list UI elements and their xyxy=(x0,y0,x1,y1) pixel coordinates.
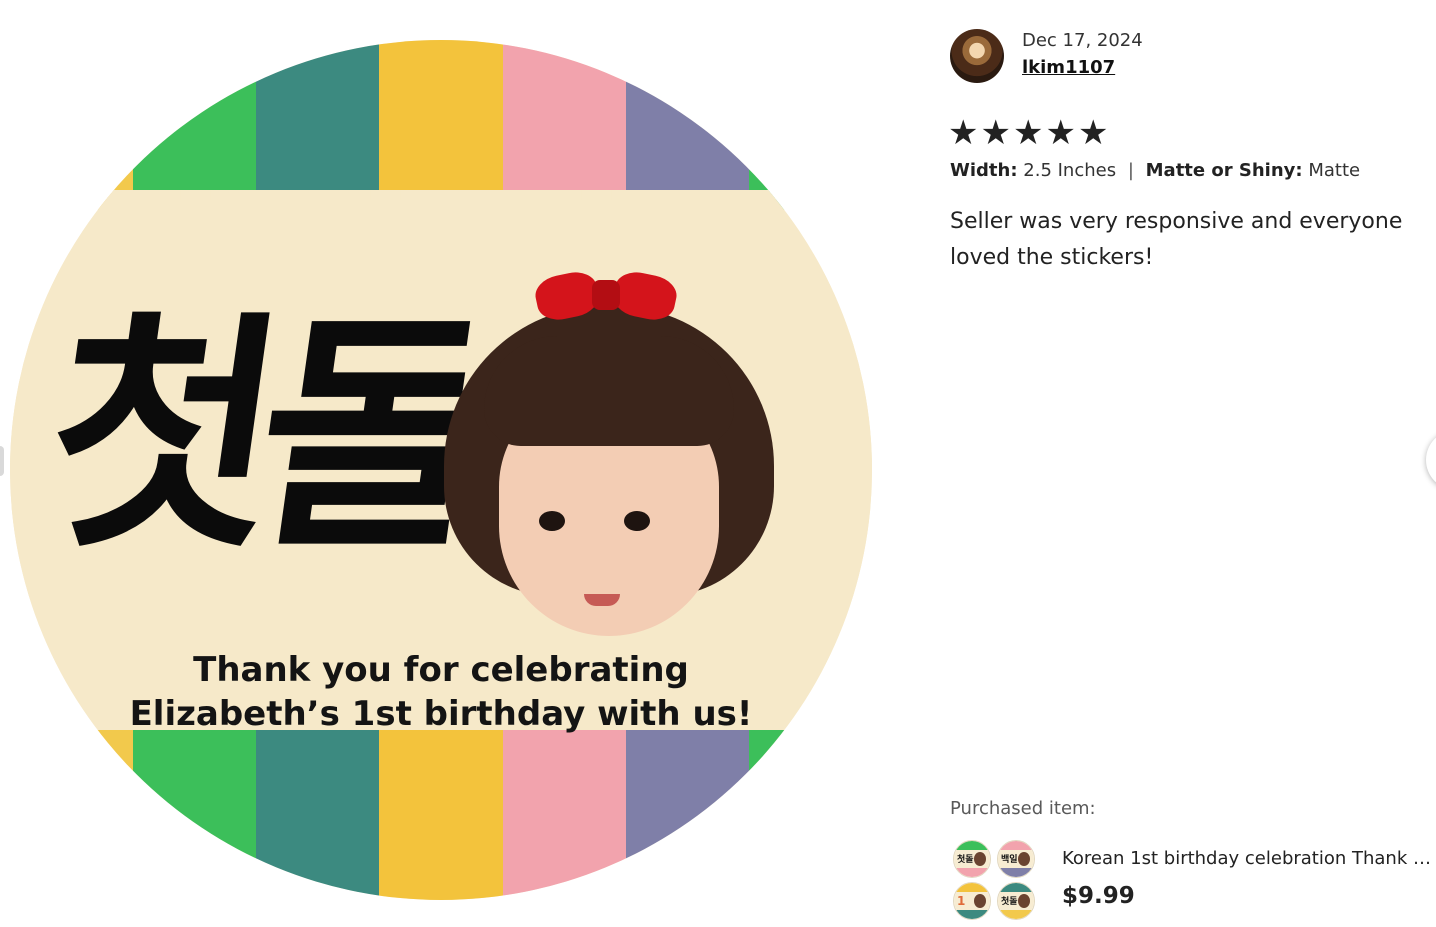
purchased-item-title-link[interactable]: Korean 1st birthday celebration Thank yo… xyxy=(1062,848,1436,869)
red-bow-icon xyxy=(532,268,680,324)
purchased-item-price: $9.99 xyxy=(1062,883,1135,909)
review-date: Dec 17, 2024 xyxy=(1022,30,1143,51)
star-rating: ★ ★ ★ ★ ★ xyxy=(948,113,1108,153)
baby-face-illustration xyxy=(444,268,774,636)
star-icon: ★ xyxy=(1045,113,1076,153)
thumbnail-image: 첫돌 xyxy=(953,840,991,878)
review-text: Seller was very responsive and everyone … xyxy=(950,209,1403,270)
variation-value-finish: Matte xyxy=(1308,160,1361,181)
thumbnail-image: 1 xyxy=(953,882,991,920)
star-icon: ★ xyxy=(980,113,1011,153)
top-stripes xyxy=(10,40,872,210)
sticker-caption: Thank you for celebrating Elizabeth’s 1s… xyxy=(10,648,872,736)
variation-details: Width: 2.5 Inches | Matte or Shiny: Matt… xyxy=(950,160,1360,181)
thumbnail-image: 백일 xyxy=(997,840,1035,878)
previous-arrow-button[interactable] xyxy=(0,446,4,476)
star-icon: ★ xyxy=(948,113,979,153)
review-photo[interactable]: 첫돌 Thank you for celebrating Elizabeth’s… xyxy=(10,40,872,900)
bottom-stripes xyxy=(10,730,872,900)
thumbnail-image: 첫돌 xyxy=(997,882,1035,920)
variation-label-width: Width: xyxy=(950,160,1018,181)
variation-value-width: 2.5 Inches xyxy=(1023,160,1117,181)
variation-separator: | xyxy=(1127,160,1134,181)
star-icon: ★ xyxy=(1077,113,1109,153)
caption-line-1: Thank you for celebrating xyxy=(193,650,689,690)
star-icon: ★ xyxy=(1012,113,1044,153)
variation-label-finish: Matte or Shiny: xyxy=(1145,160,1303,181)
purchased-item-thumbnail[interactable]: 첫돌 백일 1 첫돌 xyxy=(953,840,1039,920)
caption-line-2: Elizabeth’s 1st birthday with us! xyxy=(129,694,753,734)
reviewer-username-link[interactable]: lkim1107 xyxy=(1022,57,1115,78)
next-arrow-button[interactable] xyxy=(1426,430,1436,490)
hangul-title: 첫돌 xyxy=(29,288,491,582)
purchased-item-label: Purchased item: xyxy=(950,798,1096,819)
avatar[interactable] xyxy=(950,29,1004,83)
